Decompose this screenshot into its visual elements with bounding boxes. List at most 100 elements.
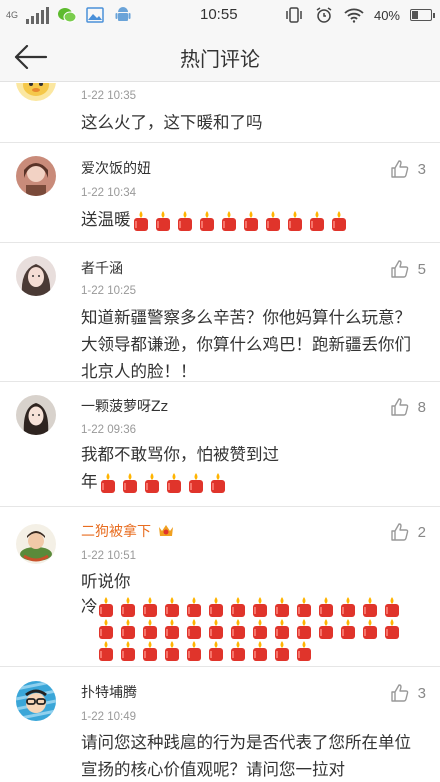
candle-emoji-icon [329,210,349,232]
comment-time: 1-22 10:49 [81,711,136,723]
comment-time: 1-22 10:51 [81,550,136,562]
candle-emoji-icon [228,618,248,640]
candle-emoji-icon [228,640,248,662]
candle-emoji-icon [241,210,261,232]
candle-emoji-group [96,596,423,662]
candle-emoji-icon [184,596,204,618]
like-button[interactable]: 3 [390,159,426,179]
candle-emoji-icon [98,472,118,494]
comment-text: 我都不敢骂你，怕被赞到过 年 [81,441,422,495]
candle-emoji-icon [184,640,204,662]
candle-emoji-icon [206,640,226,662]
like-button[interactable]: 8 [390,397,426,417]
comment-text: 送温暖 [81,206,422,233]
comment-list[interactable]: 1-22 10:35 这么火了，这下暖和了吗 爱次饭的妞 3 1-22 10:3… [0,83,440,782]
comment-time: 1-22 09:36 [81,424,136,436]
comment-author[interactable]: 爱次饭的妞 [81,158,151,178]
candle-emoji-icon [285,210,305,232]
avatar[interactable] [16,524,56,564]
avatar[interactable] [16,256,56,296]
comment-time: 1-22 10:25 [81,285,136,297]
like-button[interactable]: 5 [390,259,426,279]
comment-text: 知道新疆警察多么辛苦？你他妈算什么玩意？大领导都谦逊，你算什么鸡巴！跑新疆丢你们… [81,308,411,381]
candle-emoji-icon [186,472,206,494]
clock: 10:55 [200,6,238,23]
candle-emoji-icon [96,596,116,618]
candle-emoji-icon [175,210,195,232]
status-bar: 4G 10:55 40% [0,0,440,32]
candle-emoji-icon [140,640,160,662]
candle-emoji-icon [162,618,182,640]
nav-bar: 热门评论 [0,32,440,82]
comment-item[interactable]: 爱次饭的妞 3 1-22 10:34 送温暖 [0,143,440,243]
comment-time: 1-22 10:34 [81,187,136,199]
comment-text: 听说你 冷 [81,568,422,662]
candle-emoji-icon [360,618,380,640]
candle-emoji-icon [228,596,248,618]
thumbs-up-icon [390,523,408,541]
network-type: 4G [6,9,19,20]
candle-emoji-icon [118,618,138,640]
gallery-icon [85,6,105,24]
comment-item[interactable]: 者千涵 5 1-22 10:25 知道新疆警察多么辛苦？你他妈算什么玩意？大领导… [0,243,440,382]
like-button[interactable]: 3 [390,683,426,703]
member-badge-icon [159,525,173,536]
candle-emoji-icon [162,640,182,662]
candle-emoji-icon [294,640,314,662]
comment-item[interactable]: 1-22 10:35 这么火了，这下暖和了吗 [0,83,440,143]
comment-author[interactable]: 一颗菠萝呀Zz [81,396,168,416]
comment-author[interactable]: 扑特埔腾 [81,682,137,702]
wifi-icon [344,6,364,24]
like-count: 3 [417,160,426,178]
comment-item[interactable]: 二狗被拿下 2 1-22 10:51 听说你 冷 [0,507,440,667]
avatar[interactable] [16,156,56,196]
candle-emoji-icon [316,596,336,618]
candle-emoji-icon [162,596,182,618]
candle-emoji-icon [206,618,226,640]
avatar[interactable] [16,681,56,721]
avatar[interactable] [16,395,56,435]
wechat-icon [57,6,77,24]
android-icon [113,6,133,24]
comment-item[interactable]: 一颗菠萝呀Zz 8 1-22 09:36 我都不敢骂你，怕被赞到过 年 [0,382,440,507]
page-title: 热门评论 [180,47,260,71]
candle-emoji-icon [250,640,270,662]
avatar[interactable] [16,83,56,101]
like-count: 3 [417,684,426,702]
comment-text-line: 年 [81,472,98,491]
candle-emoji-group [98,472,230,494]
candle-emoji-icon [153,210,173,232]
like-count: 2 [417,523,426,541]
thumbs-up-icon [390,260,408,278]
candle-emoji-icon [206,596,226,618]
comment-time: 1-22 10:35 [81,90,136,102]
comment-text-line: 听说你 [81,572,131,591]
comment-item[interactable]: 扑特埔腾 3 1-22 10:49 请问您这种践扈的行为是否代表了您所在单位宣扬… [0,667,440,782]
candle-emoji-icon [164,472,184,494]
candle-emoji-icon [140,618,160,640]
comment-text-content: 送温暖 [81,210,131,229]
status-right: 40% [284,6,435,24]
comment-text: 这么火了，这下暖和了吗 [81,113,263,132]
candle-emoji-icon [250,596,270,618]
candle-emoji-icon [118,640,138,662]
candle-emoji-icon [197,210,217,232]
candle-emoji-icon [184,618,204,640]
candle-emoji-icon [250,618,270,640]
candle-emoji-icon [96,640,116,662]
comment-text-line: 我都不敢骂你，怕被赞到过 [81,445,279,464]
candle-emoji-icon [272,618,292,640]
comment-author-name: 二狗被拿下 [81,524,151,540]
candle-emoji-icon [120,472,140,494]
comment-author[interactable]: 二狗被拿下 [81,521,175,541]
thumbs-up-icon [390,160,408,178]
like-button[interactable]: 2 [390,522,426,542]
comment-text: 请问您这种践扈的行为是否代表了您所在单位宣扬的核心价值观呢？请问您一拉对 [81,733,411,779]
candle-emoji-icon [382,618,402,640]
candle-emoji-icon [208,472,228,494]
comment-author[interactable]: 者千涵 [81,258,123,278]
like-count: 8 [417,398,426,416]
battery-icon [410,9,435,21]
candle-emoji-icon [294,596,314,618]
candle-emoji-icon [118,596,138,618]
